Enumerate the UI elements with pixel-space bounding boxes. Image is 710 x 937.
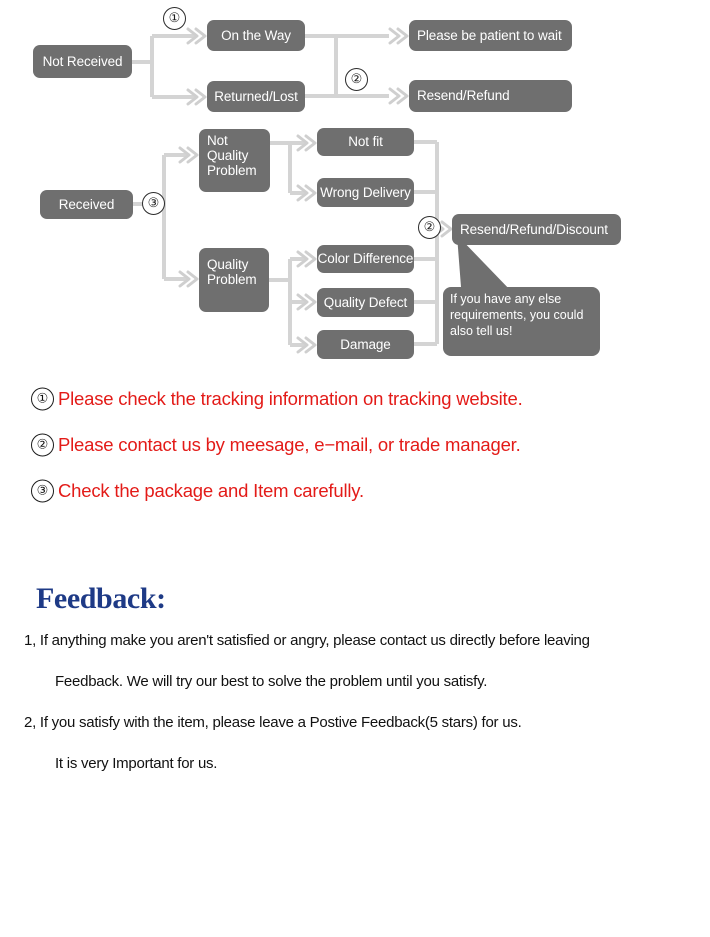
- note-number: ①: [31, 387, 54, 411]
- flow-node-resend-refund[interactable]: Resend/Refund: [409, 80, 572, 112]
- flow-node-received[interactable]: Received: [40, 190, 133, 219]
- note-item: ② Please contact us by meesage, e−mail, …: [0, 422, 710, 468]
- flow-node-label: Received: [58, 196, 115, 212]
- arrow-to-please-be-patient: [388, 27, 409, 45]
- circled-marker-3: ③: [142, 192, 165, 215]
- feedback-section: Feedback: 1, If anything make you aren't…: [0, 578, 710, 772]
- note-number: ③: [31, 479, 54, 503]
- flow-node-label: Not Quality Problem: [207, 133, 257, 179]
- flow-node-label: Please be patient to wait: [417, 27, 562, 43]
- feedback-heading: Feedback:: [36, 582, 166, 615]
- flow-node-label: Not Received: [42, 53, 123, 69]
- note-text: Check the package and Item carefully.: [58, 480, 364, 501]
- note-text: Please check the tracking information on…: [58, 388, 523, 409]
- circled-marker-1: ①: [163, 7, 186, 30]
- flow-node-not-quality-problem[interactable]: Not Quality Problem: [199, 129, 270, 192]
- arrow-to-resend-refund: [388, 87, 409, 105]
- order-issue-flowchart: Not Received On the Way Returned/Lost Pl…: [0, 0, 710, 372]
- flow-node-returned-lost[interactable]: Returned/Lost: [207, 81, 305, 112]
- flow-node-quality-problem[interactable]: Quality Problem: [199, 248, 269, 312]
- feedback-line-3: 2, If you satisfy with the item, please …: [24, 714, 522, 731]
- callout-bubble: If you have any else requirements, you c…: [443, 287, 600, 356]
- circled-marker-2-discount: ②: [418, 216, 441, 239]
- flow-node-wrong-delivery[interactable]: Wrong Delivery: [317, 178, 414, 207]
- flow-node-color-difference[interactable]: Color Difference: [317, 245, 414, 273]
- flow-node-label: Not fit: [348, 134, 383, 150]
- flow-node-label: Wrong Delivery: [320, 184, 411, 200]
- feedback-line-4: It is very Important for us.: [55, 755, 218, 772]
- feedback-line-1: 1, If anything make you aren't satisfied…: [24, 632, 590, 649]
- note-text: Please contact us by meesage, e−mail, or…: [58, 434, 521, 455]
- instruction-notes: ① Please check the tracking information …: [0, 376, 710, 514]
- flow-node-label: Resend/Refund: [417, 88, 510, 104]
- flow-node-damage[interactable]: Damage: [317, 330, 414, 359]
- circled-marker-2: ②: [345, 68, 368, 91]
- flow-node-label: Returned/Lost: [214, 88, 298, 104]
- flow-node-label: Quality Defect: [323, 294, 408, 310]
- flow-node-quality-defect[interactable]: Quality Defect: [317, 288, 414, 317]
- flow-node-not-fit[interactable]: Not fit: [317, 128, 414, 156]
- flow-node-please-be-patient[interactable]: Please be patient to wait: [409, 20, 572, 51]
- flow-node-label: On the Way: [221, 27, 291, 43]
- flow-node-not-received[interactable]: Not Received: [33, 45, 132, 78]
- flow-node-label: Quality Problem: [207, 257, 257, 288]
- note-number: ②: [31, 433, 54, 457]
- note-item: ① Please check the tracking information …: [0, 376, 710, 422]
- flow-node-on-the-way[interactable]: On the Way: [207, 20, 305, 51]
- feedback-line-2: Feedback. We will try our best to solve …: [55, 673, 488, 690]
- flow-node-label: Damage: [340, 336, 391, 352]
- page-root: Not Received On the Way Returned/Lost Pl…: [0, 0, 710, 937]
- callout-text: If you have any else requirements, you c…: [450, 292, 584, 338]
- flow-node-label: Color Difference: [317, 251, 414, 267]
- note-item: ③ Check the package and Item carefully.: [0, 468, 710, 514]
